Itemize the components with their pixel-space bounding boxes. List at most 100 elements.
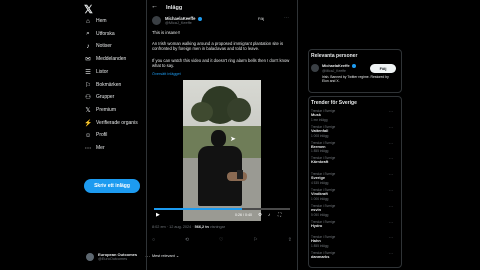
nav-item[interactable]: ☰ Listor xyxy=(84,67,108,77)
bookmark-icon: ⚐ xyxy=(85,81,91,89)
verified-badge-icon xyxy=(197,16,202,21)
nav-item-label: Grupper xyxy=(96,94,115,101)
verified-org-icon: ⚡ xyxy=(83,119,93,127)
tree-shape xyxy=(227,98,251,122)
reply-sort-dropdown[interactable]: Mest relevant ⌄ xyxy=(152,253,179,258)
nav-item-label: Bokmärken xyxy=(96,81,122,88)
home-icon: ⌂ xyxy=(86,17,90,25)
translate-link[interactable]: Översätt inlägget xyxy=(152,72,181,76)
nav-item[interactable]: ⚡ Verifierade organis xyxy=(84,118,138,128)
trend-more-icon[interactable]: ⋯ xyxy=(389,125,393,130)
like-icon[interactable]: ♡ xyxy=(219,237,223,245)
tweet-text-line-2: An Irish woman walking around a proposed… xyxy=(152,41,284,52)
tweet-text-line-1: This is insane!! xyxy=(152,30,180,35)
trend-count: 4 535 inlägg xyxy=(311,180,329,185)
follow-button[interactable]: Följ xyxy=(258,17,264,21)
trend-more-icon[interactable]: ⋯ xyxy=(389,172,393,177)
trend-item[interactable]: Trendar i Sverige Hydro ⋯ xyxy=(311,220,397,229)
nav-item[interactable]: ⚇ Grupper xyxy=(84,92,114,102)
settings-icon[interactable]: ⚙ xyxy=(258,212,262,218)
trend-item[interactable]: Trendar i Sverige Hahn 1 855 inlägg ⋯ xyxy=(311,235,397,248)
trend-item[interactable]: Trendar i Sverige Kärnkraft ⋯ xyxy=(311,156,397,165)
retweet-icon[interactable]: ⟲ xyxy=(185,237,189,245)
avatar xyxy=(86,253,94,261)
trend-more-icon[interactable]: ⋯ xyxy=(389,188,393,193)
trend-count: 1 008 inlägg xyxy=(311,133,329,138)
trend-item[interactable]: Trendar i Sverige esvin 5 050 inlägg ⋯ xyxy=(311,204,397,217)
nav-item-label: Profil xyxy=(96,132,108,139)
trend-count: 1 855 inlägg xyxy=(311,244,329,249)
trend-item[interactable]: Trendar i Sverige Vindkraft 1 006 inlägg ⋯ xyxy=(311,188,397,201)
view-label: visningar xyxy=(208,225,226,229)
author-handle[interactable]: @MicaJ_Keeffe xyxy=(165,21,192,25)
trend-more-icon[interactable]: ⋯ xyxy=(389,220,393,225)
fullscreen-icon[interactable]: ⛶ xyxy=(278,212,281,217)
nav-item[interactable]: 𝕏 Premium xyxy=(84,105,116,115)
volume-icon[interactable]: ♪ xyxy=(268,212,270,217)
relevant-follow-button[interactable]: Följ xyxy=(370,64,396,73)
trend-item[interactable]: Trendar i Sverige Vattenfall 1 008 inlägg ⋯ xyxy=(311,125,397,138)
nav-item[interactable]: ⚐ Bokmärken xyxy=(84,80,121,90)
tweet-meta: 8:02 em · 12 aug. 2024 · 566,2 tn visnin… xyxy=(152,225,225,229)
trend-item[interactable]: Trendar i Sverige Sverige 4 535 inlägg ⋯ xyxy=(311,172,397,185)
nav-item[interactable]: ⌕ Utforska xyxy=(84,29,114,39)
account-switcher[interactable]: European Outcomes @EuroOutcomes ⋯ xyxy=(86,252,150,262)
tweet-more-icon[interactable]: ⋯ xyxy=(284,15,289,21)
trend-count: 1 mn inlägg xyxy=(311,117,328,122)
trend-item[interactable]: Trendar i Sverige Musk 1 mn inlägg ⋯ xyxy=(311,109,397,122)
profile-icon: ☺ xyxy=(84,131,92,139)
premium-icon: 𝕏 xyxy=(85,106,91,114)
video-player[interactable]: ➤ xyxy=(152,80,292,221)
trend-title: danmarks xyxy=(311,254,330,260)
list-icon: ☰ xyxy=(85,68,91,76)
nav-item[interactable]: ✉ Meddelanden xyxy=(84,54,126,64)
video-progress-bar[interactable] xyxy=(154,208,290,210)
relevant-avatar[interactable] xyxy=(311,64,319,72)
tweet-actions: ○ ⟲ ♡ ⚐ ⇪ xyxy=(152,237,292,245)
person-head xyxy=(211,130,226,147)
account-handle: @EuroOutcomes xyxy=(98,257,128,261)
reply-sort-label[interactable]: Mest relevant xyxy=(152,254,175,258)
nav-item-label: Listor xyxy=(96,68,109,75)
video-frame[interactable]: ➤ xyxy=(183,80,261,221)
reply-icon[interactable]: ○ xyxy=(152,237,155,245)
trend-count: 1 855 inlägg xyxy=(311,149,329,154)
trend-more-icon[interactable]: ⋯ xyxy=(389,235,393,240)
nav-item-label: Notiser xyxy=(96,43,112,50)
relevant-handle[interactable]: @MicaJ_Keeffe xyxy=(322,69,346,73)
x-logo-icon[interactable]: 𝕏 xyxy=(84,3,93,16)
play-icon[interactable]: ▶ xyxy=(156,212,160,218)
post-button[interactable]: Skriv ett inlägg xyxy=(84,179,140,193)
relevant-name[interactable]: MichaelaKeeffe xyxy=(322,64,356,68)
page-title: Inlägg xyxy=(166,5,183,11)
trend-title: Kärnkraft xyxy=(311,159,329,165)
nav-item-label: Verifierade organis xyxy=(96,119,138,126)
trend-more-icon[interactable]: ⋯ xyxy=(389,109,393,114)
trend-item[interactable]: Trendar i Sverige danmarks ⋯ xyxy=(311,251,397,260)
trend-more-icon[interactable]: ⋯ xyxy=(389,204,393,209)
relevant-name-text[interactable]: MichaelaKeeffe xyxy=(322,64,350,68)
nav-item[interactable]: ♪ Notiser xyxy=(84,41,112,51)
mail-icon: ✉ xyxy=(85,56,91,64)
relevant-bio: Irish. Banned by Twitter regime. Restore… xyxy=(322,75,389,84)
bookmark-icon[interactable]: ⚐ xyxy=(253,237,257,245)
author-avatar[interactable] xyxy=(152,16,161,25)
back-arrow-icon[interactable]: ← xyxy=(151,3,158,10)
more-icon: ⋯ xyxy=(84,145,92,152)
nav-item[interactable]: ⋯ Mer xyxy=(84,143,105,153)
trend-more-icon[interactable]: ⋯ xyxy=(389,156,393,161)
chevron-down-icon: ⌄ xyxy=(175,254,180,258)
trend-count: 5 050 inlägg xyxy=(311,212,329,217)
search-icon: ⌕ xyxy=(86,29,90,37)
trend-item[interactable]: Trendar i Sverige Bremen 1 855 inlägg ⋯ xyxy=(311,141,397,154)
nav-item-label: Meddelanden xyxy=(96,56,127,63)
tweet-timestamp[interactable]: 8:02 em · 12 aug. 2024 · xyxy=(152,225,195,229)
trend-more-icon[interactable]: ⋯ xyxy=(389,251,393,256)
phone-shape xyxy=(237,170,243,179)
nav-item[interactable]: ☺ Profil xyxy=(84,130,108,140)
share-icon[interactable]: ⇪ xyxy=(288,237,292,245)
trend-title: Hydro xyxy=(311,222,323,228)
tweet-text-line-3: If you can watch this video and it doesn… xyxy=(152,58,290,69)
nav-item[interactable]: ⌂ Hem xyxy=(84,16,107,26)
trend-more-icon[interactable]: ⋯ xyxy=(389,141,393,146)
